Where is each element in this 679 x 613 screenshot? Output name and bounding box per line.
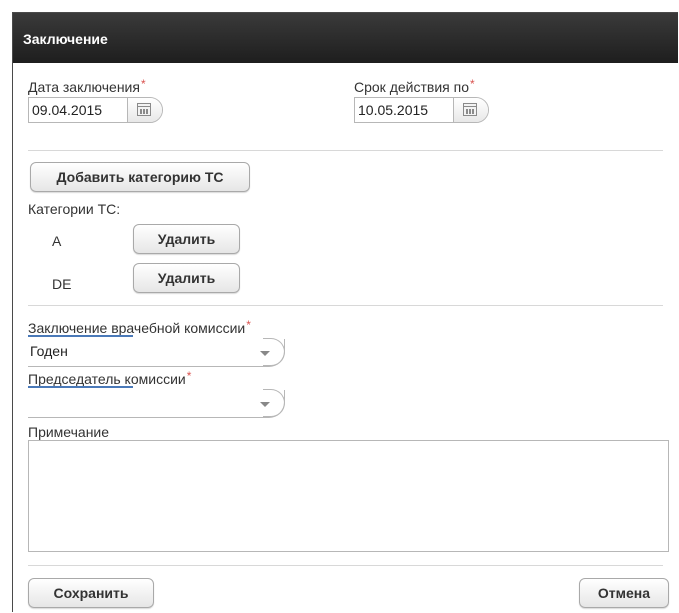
divider xyxy=(28,305,663,306)
conclusion-date-label-text: Дата заключения xyxy=(28,79,140,95)
chevron-down-icon[interactable] xyxy=(260,402,270,407)
cancel-button[interactable]: Отмена xyxy=(579,578,669,608)
valid-until-label-text: Срок действия по xyxy=(354,79,469,95)
valid-until-field[interactable]: 10.05.2015 xyxy=(354,97,489,123)
dialog: Заключение Дата заключения* 09.04.2015 С… xyxy=(12,12,678,612)
required-mark: * xyxy=(246,318,251,332)
chairman-label: Председатель комиссии* xyxy=(28,369,191,387)
focus-underline xyxy=(28,386,133,388)
note-textarea[interactable] xyxy=(28,440,669,552)
conclusion-date-picker-button[interactable] xyxy=(127,98,162,122)
chairman-select[interactable] xyxy=(28,389,285,418)
chairman-label-text: Председатель комиссии xyxy=(28,371,186,387)
delete-category-button[interactable]: Удалить xyxy=(133,263,240,293)
conclusion-date-label: Дата заключения* xyxy=(28,77,146,95)
chevron-down-icon[interactable] xyxy=(260,351,270,356)
commission-conclusion-label-text: Заключение врачебной комиссии xyxy=(28,320,246,336)
commission-conclusion-select[interactable]: Годен xyxy=(28,338,285,367)
commission-conclusion-label: Заключение врачебной комиссии* xyxy=(28,318,251,336)
divider xyxy=(28,150,663,151)
valid-until-picker-button[interactable] xyxy=(453,98,488,122)
calendar-icon xyxy=(137,103,151,116)
categories-label: Категории ТС: xyxy=(28,201,121,217)
required-mark: * xyxy=(140,77,146,91)
required-mark: * xyxy=(186,369,192,383)
delete-category-button[interactable]: Удалить xyxy=(133,224,240,254)
focus-underline xyxy=(28,335,133,337)
commission-conclusion-value[interactable]: Годен xyxy=(30,343,68,359)
category-name: A xyxy=(52,233,62,249)
required-mark: * xyxy=(469,77,475,91)
note-label: Примечание xyxy=(28,424,110,440)
calendar-icon xyxy=(463,103,477,116)
dialog-titlebar: Заключение xyxy=(13,13,678,63)
valid-until-value[interactable]: 10.05.2015 xyxy=(358,102,428,118)
divider xyxy=(28,565,663,566)
conclusion-date-field[interactable]: 09.04.2015 xyxy=(28,97,163,123)
add-category-button[interactable]: Добавить категорию ТС xyxy=(30,162,250,192)
conclusion-date-value[interactable]: 09.04.2015 xyxy=(32,102,102,118)
save-button[interactable]: Сохранить xyxy=(28,578,154,608)
dialog-title: Заключение xyxy=(23,31,108,47)
valid-until-label: Срок действия по* xyxy=(354,77,475,95)
category-name: DE xyxy=(52,276,72,292)
